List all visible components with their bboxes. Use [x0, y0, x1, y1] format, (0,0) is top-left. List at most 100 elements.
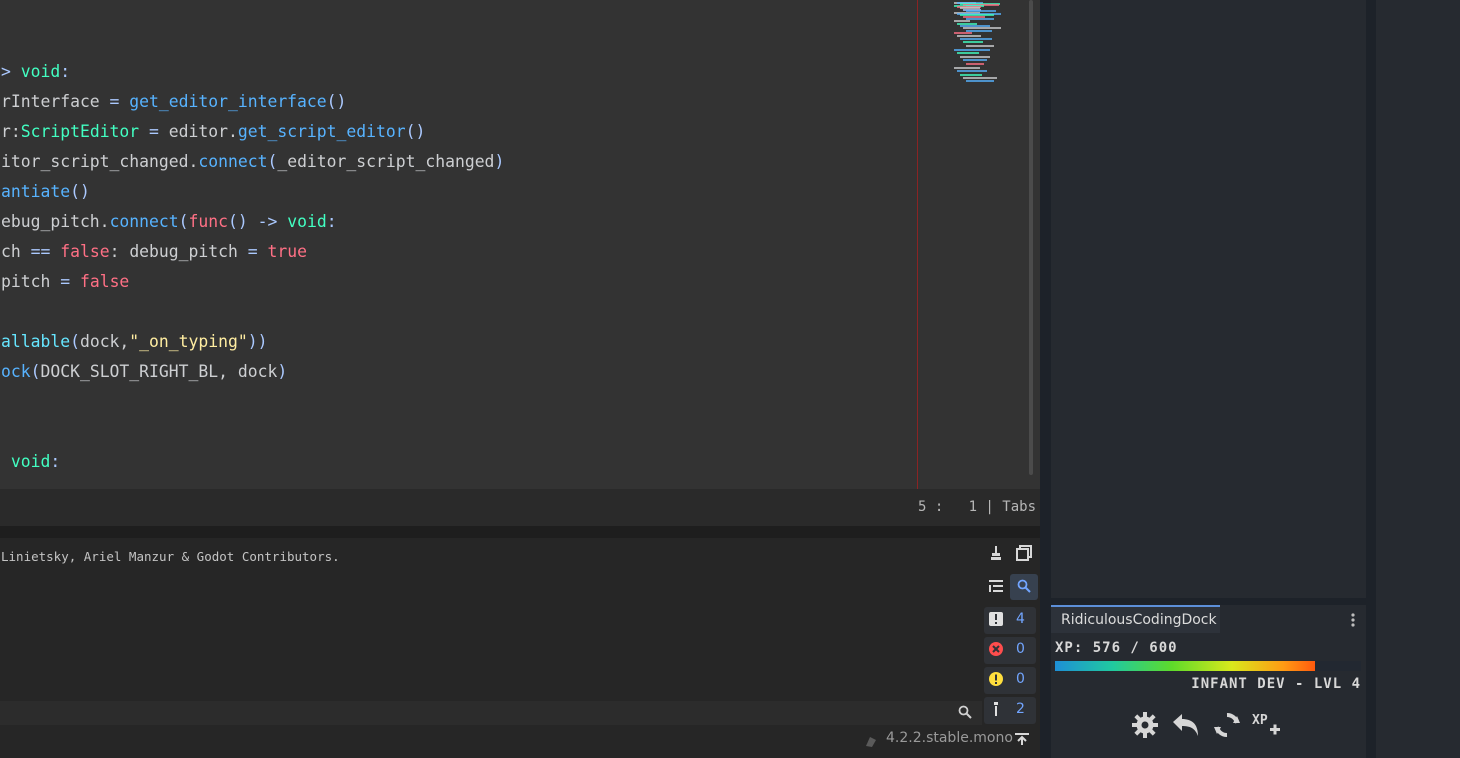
undo-icon: [1171, 712, 1201, 742]
code-token: func: [188, 212, 228, 231]
code-token: (: [70, 332, 80, 351]
minimap-line: [960, 55, 990, 58]
minimap-line: [966, 80, 994, 83]
filter-warnings-toggle[interactable]: 0: [984, 667, 1036, 694]
expand-bottom-panel-button[interactable]: [1014, 731, 1030, 750]
code-token: _editor_script_changed: [277, 152, 495, 171]
error-icon: [988, 641, 1004, 657]
engine-version[interactable]: 4.2.2.stable.mono: [886, 730, 1013, 746]
code-line[interactable]: antiate(): [1, 177, 90, 207]
search-icon: [1017, 578, 1031, 597]
code-token: DOCK_SLOT_RIGHT_BL, dock: [40, 362, 278, 381]
settings-button[interactable]: [1129, 711, 1161, 743]
code-token: false: [50, 242, 110, 261]
minimap-line: [957, 70, 987, 73]
code-token: =: [99, 92, 130, 111]
upper-right-dock: [1051, 0, 1366, 598]
code-token: ==: [30, 242, 51, 261]
clear-output-button[interactable]: [982, 542, 1010, 568]
output-panel: Linietsky, Ariel Manzur & Godot Contribu…: [0, 538, 1040, 758]
code-token: (: [30, 362, 41, 381]
code-line[interactable]: rInterface = get_editor_interface(): [1, 87, 346, 117]
panel-splitter[interactable]: [0, 526, 1040, 538]
add-xp-button[interactable]: XP: [1251, 711, 1283, 743]
code-token: () ->: [228, 212, 288, 231]
copy-icon: [1016, 545, 1032, 565]
code-token: dock,: [79, 332, 130, 351]
output-filter-input[interactable]: [0, 701, 982, 725]
code-token: :: [60, 62, 71, 81]
list-indent-icon: [988, 578, 1004, 597]
filter-editor-messages-toggle[interactable]: 2: [984, 697, 1036, 724]
ridiculous-coding-dock: RidiculousCodingDock XP: 576 / 600 INFAN…: [1051, 605, 1366, 758]
code-token: rInterface: [1, 92, 100, 111]
code-token: true: [257, 242, 307, 261]
editor-status-bar: 5 : 1 | Tabs: [0, 489, 1040, 526]
minimap-line: [966, 45, 994, 47]
minimap-line: [963, 77, 997, 80]
errors-count: 0: [1016, 641, 1025, 657]
code-token: ScriptEditor: [20, 122, 140, 141]
undo-button[interactable]: [1170, 711, 1202, 743]
minimap-line: [954, 66, 980, 69]
editor-scrollbar[interactable]: [1029, 0, 1033, 475]
copy-output-button[interactable]: [1010, 542, 1038, 568]
code-token: ch: [1, 242, 31, 261]
filter-errors-toggle[interactable]: 0: [984, 637, 1036, 664]
minimap-line: [954, 48, 990, 51]
code-line[interactable]: > void:: [1, 57, 70, 87]
code-token: get_editor_interface: [129, 92, 327, 111]
code-token: pitch: [1, 272, 61, 291]
xp-plus-icon: XP: [1252, 711, 1282, 743]
godot-bell-icon: [864, 733, 878, 752]
svg-text:XP: XP: [1252, 713, 1268, 728]
code-line[interactable]: itor_script_changed.connect(_editor_scri…: [1, 147, 504, 177]
output-toolbar: 4 0 0 2: [982, 538, 1040, 758]
code-token: allable: [1, 332, 71, 351]
collapse-duplicates-button[interactable]: [982, 574, 1010, 600]
minimap-line: [963, 27, 1001, 29]
refresh-icon: [1213, 711, 1241, 743]
code-token: =: [247, 242, 258, 261]
xp-progress-fill: [1055, 661, 1315, 671]
code-token: "_on_typing": [129, 332, 248, 351]
line-length-guide: [917, 0, 918, 489]
code-line[interactable]: void:: [1, 447, 60, 477]
search-icon: [958, 704, 972, 723]
message-icon: [988, 611, 1004, 627]
code-token: (: [267, 152, 278, 171]
code-token: get_script_editor: [237, 122, 406, 141]
minimap-line: [957, 35, 981, 38]
code-line[interactable]: ebug_pitch.connect(func() -> void:: [1, 207, 337, 237]
minimap-line: [960, 37, 992, 40]
toggle-search-button[interactable]: [1010, 574, 1038, 600]
code-line[interactable]: r:ScriptEditor = editor.get_script_edito…: [1, 117, 425, 147]
code-token: (: [178, 212, 189, 231]
dock-splitter[interactable]: [1040, 0, 1051, 758]
minimap[interactable]: [950, 0, 1036, 120]
code-token: :: [50, 452, 61, 471]
tab-ridiculous-coding[interactable]: RidiculousCodingDock: [1051, 605, 1220, 633]
code-token: antiate: [1, 182, 71, 201]
code-line[interactable]: pitch = false: [1, 267, 129, 297]
gear-icon: [1131, 711, 1159, 743]
messages-count: 4: [1016, 611, 1025, 627]
filter-messages-toggle[interactable]: 4: [984, 607, 1036, 634]
minimap-line: [966, 63, 984, 65]
code-token: (): [326, 92, 347, 111]
code-token: false: [70, 272, 130, 291]
code-line[interactable]: ock(DOCK_SLOT_RIGHT_BL, dock): [1, 357, 287, 387]
editor-messages-count: 2: [1016, 701, 1025, 717]
xp-progress-bar: [1055, 661, 1361, 671]
minimap-line: [960, 73, 982, 76]
reset-button[interactable]: [1211, 711, 1243, 743]
code-token: r:: [1, 122, 21, 141]
warning-icon: [988, 671, 1004, 687]
code-line[interactable]: ch == false: debug_pitch = true: [1, 237, 307, 267]
script-editor[interactable]: > void: rInterface = get_editor_interface…: [0, 0, 1040, 489]
code-token: ): [494, 152, 505, 171]
kebab-menu-icon[interactable]: [1351, 612, 1355, 631]
minimap-line: [966, 29, 992, 32]
code-line[interactable]: allable(dock,"_on_typing")): [1, 327, 267, 357]
minimap-line: [957, 52, 979, 55]
